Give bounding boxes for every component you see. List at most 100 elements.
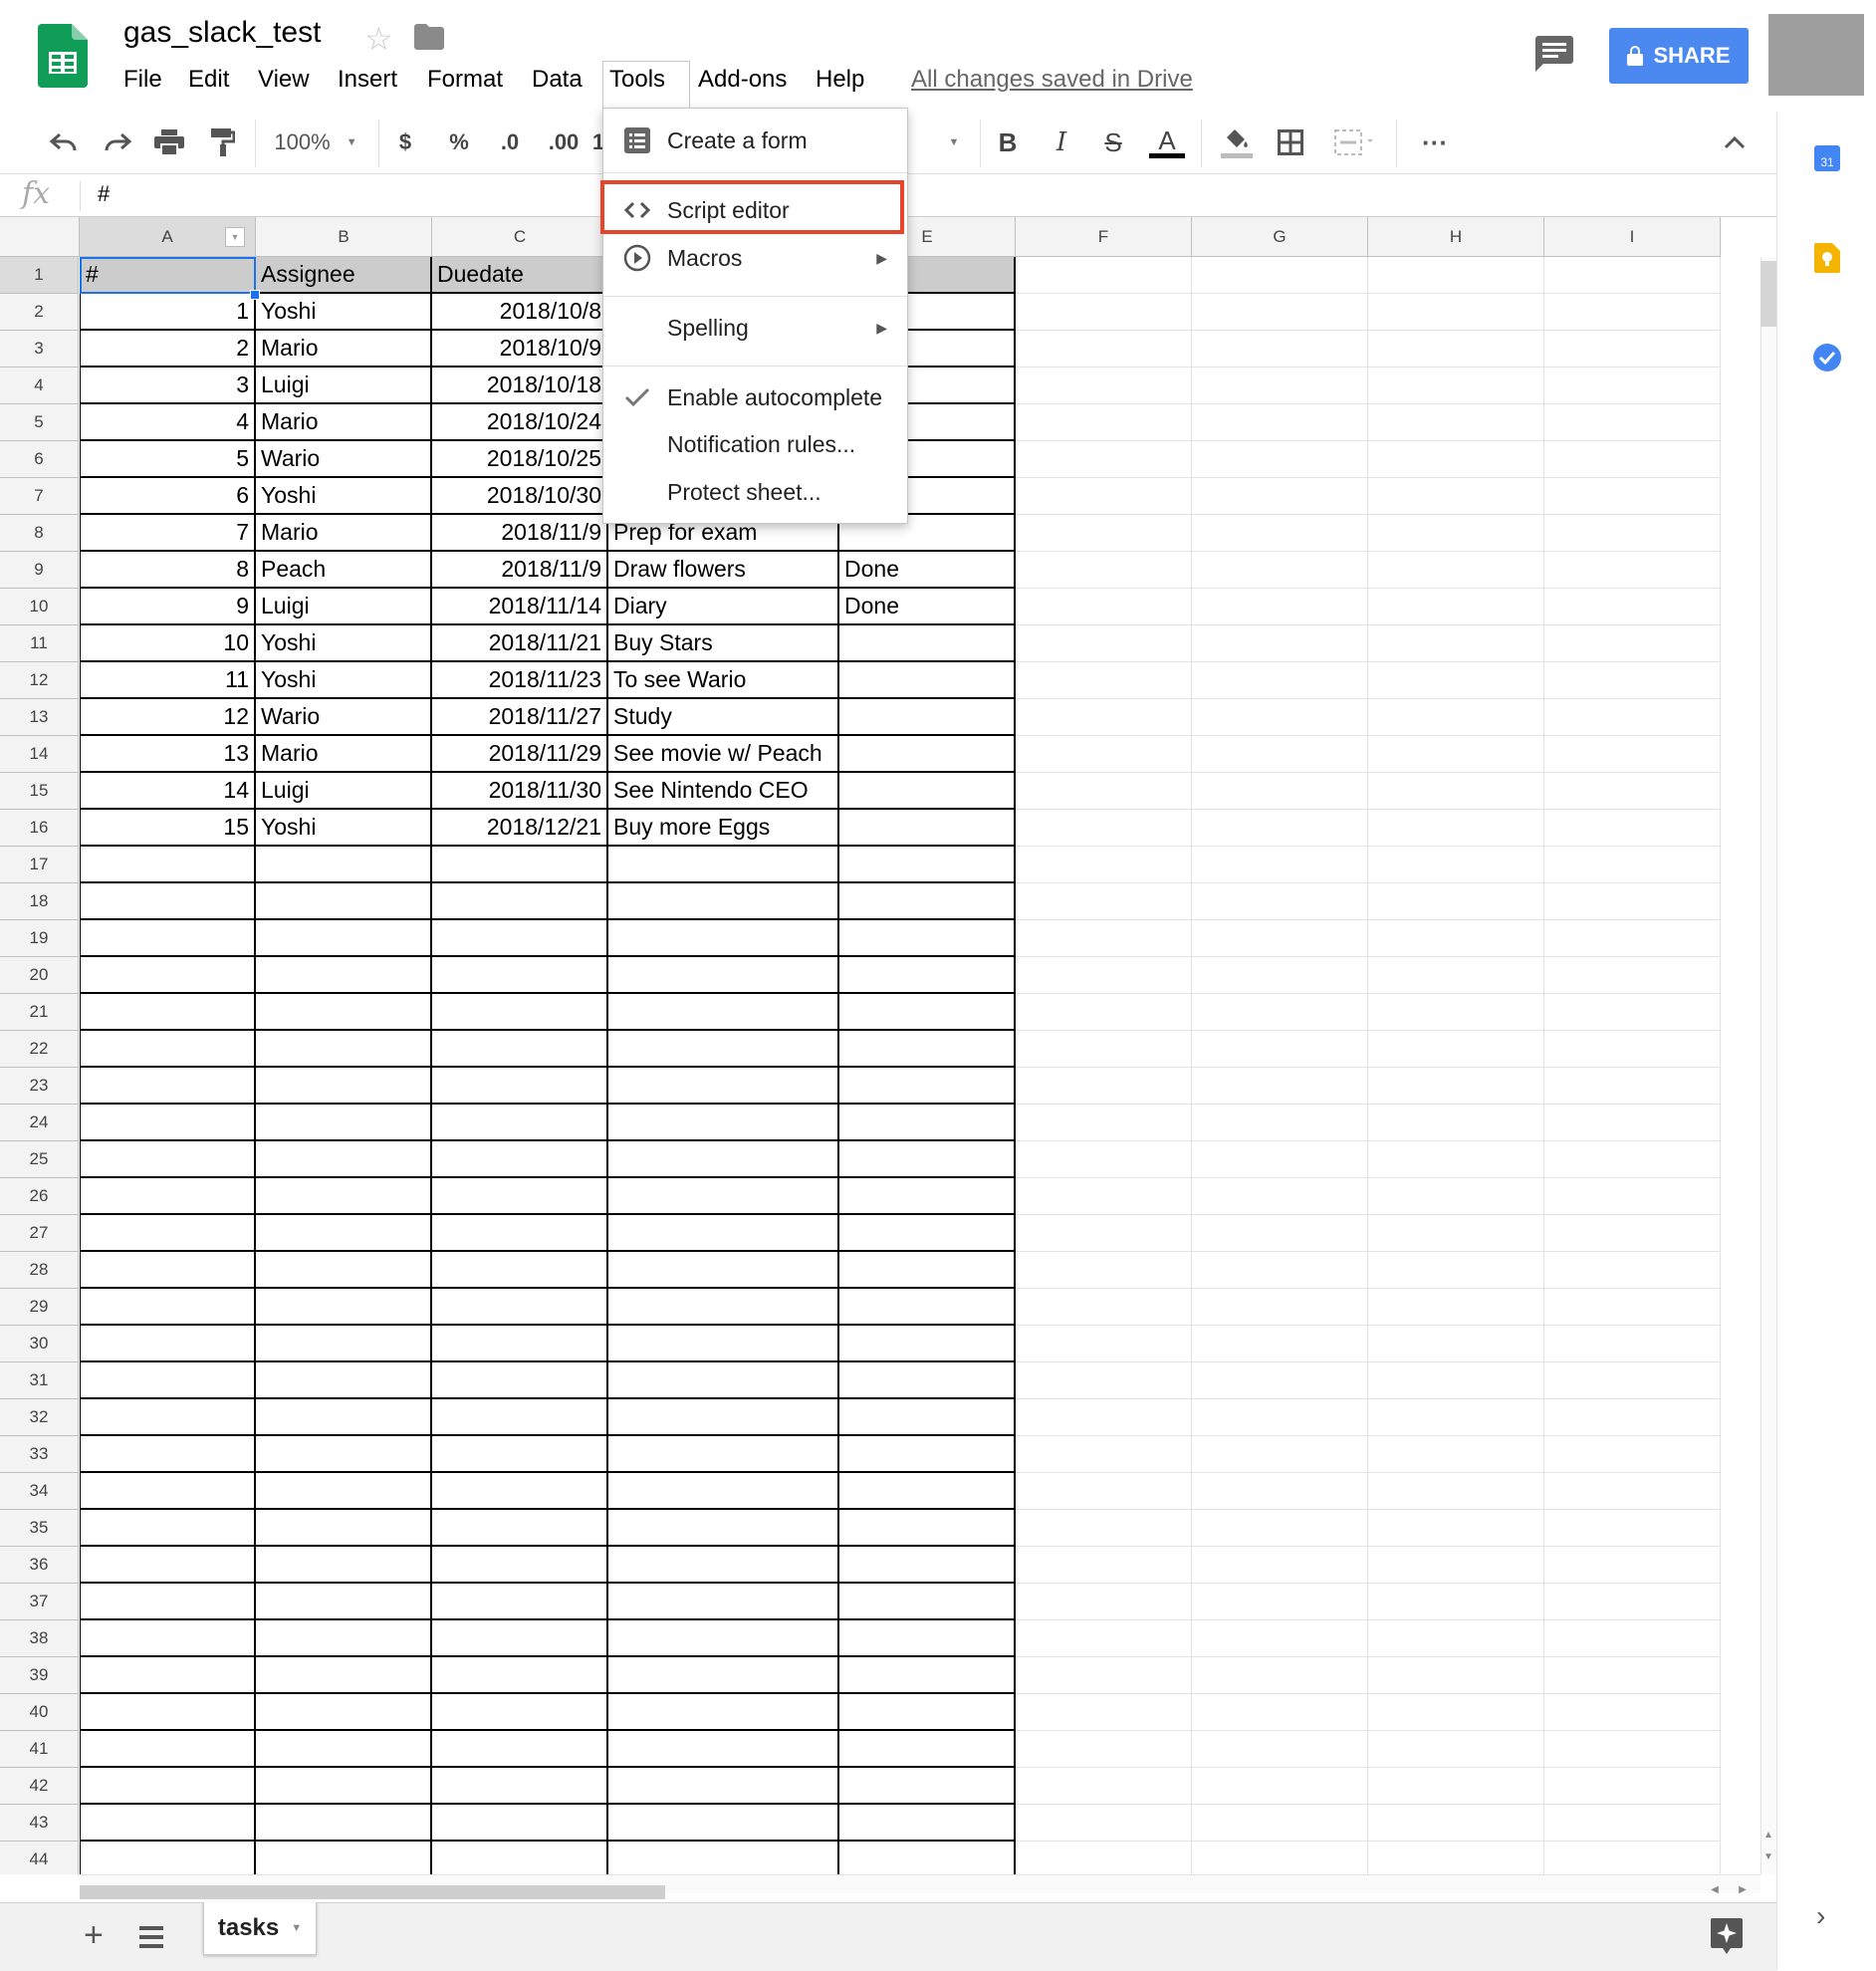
empty-cell[interactable] <box>839 1584 1016 1620</box>
empty-cell[interactable] <box>1192 1620 1368 1657</box>
row-header[interactable]: 41 <box>0 1731 79 1768</box>
empty-cell[interactable] <box>432 1620 608 1657</box>
empty-cell[interactable] <box>839 1657 1016 1694</box>
empty-cell[interactable] <box>608 883 839 920</box>
row-header[interactable]: 13 <box>0 699 79 736</box>
table-cell[interactable]: 14 <box>80 773 256 810</box>
empty-cell[interactable] <box>608 847 839 883</box>
vertical-scrollbar[interactable] <box>1760 257 1777 1874</box>
empty-cell[interactable] <box>839 1510 1016 1547</box>
empty-cell[interactable] <box>432 847 608 883</box>
table-cell[interactable] <box>1192 331 1368 368</box>
table-cell[interactable] <box>1368 478 1544 515</box>
sheets-logo-icon[interactable] <box>38 24 88 88</box>
table-cell[interactable]: Mario <box>256 404 432 441</box>
empty-cell[interactable] <box>608 1141 839 1178</box>
empty-cell[interactable] <box>1016 1141 1192 1178</box>
empty-cell[interactable] <box>1016 1215 1192 1252</box>
row-header[interactable]: 38 <box>0 1620 79 1657</box>
empty-cell[interactable] <box>1544 1362 1721 1399</box>
table-cell[interactable] <box>1192 699 1368 736</box>
empty-cell[interactable] <box>256 1105 432 1141</box>
empty-cell[interactable] <box>839 1362 1016 1399</box>
empty-cell[interactable] <box>1544 1768 1721 1805</box>
empty-cell[interactable] <box>839 1031 1016 1068</box>
table-cell[interactable]: 4 <box>80 404 256 441</box>
table-cell[interactable] <box>1544 552 1721 589</box>
empty-cell[interactable] <box>1544 1399 1721 1436</box>
empty-cell[interactable] <box>1016 1805 1192 1842</box>
table-cell[interactable] <box>1368 773 1544 810</box>
table-cell[interactable]: 7 <box>80 515 256 552</box>
table-cell[interactable] <box>1016 404 1192 441</box>
table-cell[interactable]: 2018/11/14 <box>432 589 608 625</box>
select-all-corner[interactable] <box>0 217 80 257</box>
row-header[interactable]: 12 <box>0 662 79 699</box>
menu-insert[interactable]: Insert <box>338 66 397 94</box>
table-cell[interactable] <box>1192 478 1368 515</box>
empty-cell[interactable] <box>839 1399 1016 1436</box>
empty-cell[interactable] <box>1368 1510 1544 1547</box>
table-cell[interactable] <box>1016 294 1192 331</box>
row-header[interactable]: 30 <box>0 1326 79 1362</box>
table-cell[interactable] <box>1368 404 1544 441</box>
empty-cell[interactable] <box>1544 1694 1721 1731</box>
empty-cell[interactable] <box>80 1768 256 1805</box>
table-cell[interactable] <box>1544 773 1721 810</box>
table-cell[interactable] <box>1544 699 1721 736</box>
empty-cell[interactable] <box>432 1031 608 1068</box>
expand-panel-icon[interactable]: › <box>1816 1900 1825 1932</box>
menu-data[interactable]: Data <box>532 66 583 94</box>
empty-cell[interactable] <box>1368 1141 1544 1178</box>
empty-cell[interactable] <box>1192 1399 1368 1436</box>
empty-cell[interactable] <box>1368 883 1544 920</box>
empty-cell[interactable] <box>80 1805 256 1842</box>
empty-cell[interactable] <box>1192 1215 1368 1252</box>
empty-cell[interactable] <box>839 1694 1016 1731</box>
empty-cell[interactable] <box>1368 1178 1544 1215</box>
table-cell[interactable] <box>1368 294 1544 331</box>
table-cell[interactable] <box>1192 662 1368 699</box>
empty-cell[interactable] <box>608 1657 839 1694</box>
menu-item-notification-rules[interactable]: Notification rules... <box>603 422 907 466</box>
menu-help[interactable]: Help <box>816 66 864 94</box>
table-cell[interactable] <box>1016 478 1192 515</box>
table-cell[interactable] <box>1544 368 1721 404</box>
empty-cell[interactable] <box>839 1289 1016 1326</box>
document-title[interactable]: gas_slack_test <box>123 16 321 50</box>
table-cell[interactable] <box>1192 773 1368 810</box>
row-header[interactable]: 27 <box>0 1215 79 1252</box>
empty-cell[interactable] <box>432 1547 608 1584</box>
row-header[interactable]: 28 <box>0 1252 79 1289</box>
empty-cell[interactable] <box>1544 1657 1721 1694</box>
empty-cell[interactable] <box>256 1510 432 1547</box>
empty-cell[interactable] <box>1016 1178 1192 1215</box>
table-cell[interactable] <box>1544 625 1721 662</box>
table-cell[interactable] <box>1016 589 1192 625</box>
table-cell[interactable]: 12 <box>80 699 256 736</box>
table-cell[interactable]: 2 <box>80 331 256 368</box>
table-cell[interactable] <box>1016 625 1192 662</box>
table-cell[interactable]: Luigi <box>256 773 432 810</box>
empty-cell[interactable] <box>432 1731 608 1768</box>
table-cell[interactable]: Yoshi <box>256 625 432 662</box>
empty-cell[interactable] <box>1544 883 1721 920</box>
filter-dropdown-icon[interactable]: ▼ <box>225 227 245 247</box>
table-cell[interactable] <box>1192 294 1368 331</box>
table-cell[interactable] <box>1368 441 1544 478</box>
empty-cell[interactable] <box>80 994 256 1031</box>
chevron-down-icon[interactable]: ▼ <box>944 122 964 163</box>
row-header[interactable]: 21 <box>0 994 79 1031</box>
header-cell[interactable]: Assignee <box>256 257 432 294</box>
empty-cell[interactable] <box>256 1694 432 1731</box>
empty-cell[interactable] <box>1368 1547 1544 1584</box>
undo-icon[interactable] <box>44 122 84 163</box>
empty-cell[interactable] <box>256 1289 432 1326</box>
menu-item-macros[interactable]: Macros ▶ <box>603 236 907 280</box>
table-cell[interactable] <box>1192 552 1368 589</box>
table-cell[interactable]: Buy Stars <box>608 625 839 662</box>
empty-cell[interactable] <box>1544 1436 1721 1473</box>
empty-cell[interactable] <box>1192 994 1368 1031</box>
empty-cell[interactable] <box>1016 847 1192 883</box>
keep-icon[interactable] <box>1814 243 1840 273</box>
